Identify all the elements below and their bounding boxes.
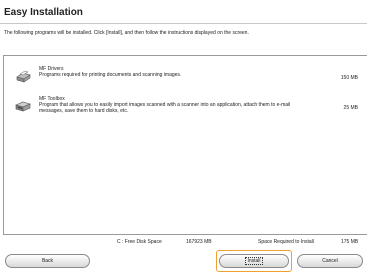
list-item: MF Drivers Programs required for printin… — [4, 66, 367, 86]
back-button-label: Back — [41, 258, 54, 264]
free-space-label: C : Free Disk Space — [117, 239, 162, 245]
cancel-button-label: Cancel — [322, 258, 338, 264]
required-space-value: 175 MB — [341, 239, 359, 245]
program-list: MF Drivers Programs required for printin… — [3, 55, 367, 235]
free-space-value: 167923 MB — [186, 239, 212, 245]
required-space-label: Space Required to Install — [258, 239, 314, 245]
program-description: Programs required for printing documents… — [39, 72, 182, 78]
program-size: 150 MB — [340, 75, 358, 81]
back-button[interactable]: Back — [5, 254, 90, 268]
install-button[interactable]: Install — [219, 254, 289, 268]
instructions-text: The following programs will be installed… — [4, 30, 249, 36]
program-description: Program that allows you to easily import… — [39, 102, 291, 114]
title-divider — [0, 23, 367, 24]
scanner-icon — [14, 100, 32, 114]
install-button-label: Install — [245, 257, 263, 265]
list-item: MF Toolbox Program that allows you to ea… — [4, 96, 367, 122]
cancel-button[interactable]: Cancel — [297, 254, 363, 268]
program-size: 25 MB — [343, 105, 358, 111]
disk-space-row: C : Free Disk Space 167923 MB Space Requ… — [0, 239, 367, 247]
printer-icon — [14, 70, 32, 84]
page-title: Easy Installation — [4, 7, 83, 18]
